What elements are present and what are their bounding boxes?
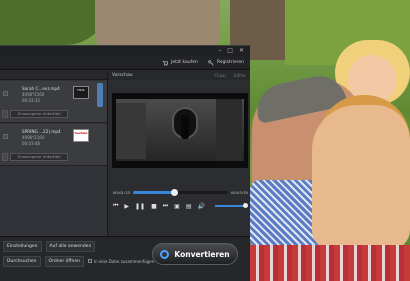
volume-handle[interactable] [243, 203, 248, 208]
step-back-icon[interactable]: ⏮ [113, 202, 118, 210]
merge-option[interactable]: In eine Datei zusammenfügen [87, 258, 155, 264]
register-link[interactable]: Registrieren [208, 59, 244, 66]
snapshot-icon[interactable]: ▣ [174, 203, 180, 210]
file-checkbox[interactable] [3, 91, 8, 96]
seek-bar[interactable]: 00:01:23 00:03:35 [113, 188, 248, 196]
close-button[interactable]: ✕ [239, 48, 244, 54]
file-scroll-handle[interactable] [97, 83, 103, 107]
minimize-button[interactable]: – [218, 48, 221, 54]
seek-progress [133, 190, 174, 194]
file-item[interactable]: SPRING ...22).mp4 4096*2160 00:03:48 You… [0, 124, 107, 166]
subtitle-select[interactable]: Erzwungene Untertitel [10, 153, 68, 161]
total-time: 00:03:35 [230, 189, 248, 195]
bottom-bar: Einstellungen Auf alle anwenden Durchsuc… [0, 236, 250, 281]
current-time: 00:01:23 [113, 189, 131, 195]
convert-label: Konvertieren [174, 249, 230, 259]
maximize-button[interactable]: □ [227, 48, 233, 54]
file-name: Sarah C...ex).mp4 [22, 86, 60, 91]
file-duration: 00:03:48 [22, 141, 40, 146]
subtitle-select[interactable]: Erzwungene Untertitel [10, 110, 68, 118]
youtube-icon[interactable]: YouTube [73, 129, 89, 142]
apply-all-button[interactable]: Auf alle anwenden [45, 240, 96, 252]
convert-icon [160, 249, 170, 259]
file-list-panel: Sarah C...ex).mp4 4096*2160 00:03:35 HST… [0, 71, 107, 236]
play-icon[interactable]: ▶ [124, 203, 129, 210]
clip-button[interactable]: Clipar [215, 73, 227, 78]
preview-title: Vorschau [112, 73, 133, 78]
preview-panel: Vorschau Clipar Editar 00:01:23 00:03:35… [107, 71, 250, 236]
buy-now-link[interactable]: Jetzt kaufen [162, 60, 198, 66]
file-checkbox[interactable] [3, 134, 8, 139]
key-icon [208, 59, 214, 66]
folder-icon[interactable]: ▤ [186, 203, 192, 210]
settings-row: Einstellungen Auf alle anwenden [0, 240, 96, 252]
file-list-header [0, 71, 107, 80]
merge-label: In eine Datei zusammenfügen [93, 258, 155, 264]
video-preview[interactable] [112, 93, 248, 168]
settings-button[interactable]: Einstellungen [3, 240, 42, 252]
open-folder-button[interactable]: Ordner öffnen [44, 255, 84, 267]
file-name: SPRING ...22).mp4 [22, 129, 61, 134]
merge-checkbox[interactable] [87, 259, 92, 263]
title-bar: – □ ✕ [0, 46, 250, 56]
subtitle-toggle[interactable] [2, 110, 8, 118]
volume-slider[interactable] [215, 203, 248, 208]
file-duration: 00:03:35 [22, 98, 40, 103]
main-area: Sarah C...ex).mp4 4096*2160 00:03:35 HST… [0, 71, 250, 236]
playback-controls: ⏮ ▶ ❚❚ ■ ⏭ ▣ ▤ 🔊 [113, 201, 248, 211]
volume-icon[interactable]: 🔊 [198, 203, 205, 210]
format-icon[interactable]: HSTA [73, 86, 89, 99]
seek-handle[interactable] [170, 188, 178, 196]
file-item[interactable]: Sarah C...ex).mp4 4096*2160 00:03:35 HST… [0, 81, 107, 123]
preview-header: Vorschau Clipar Editar [108, 71, 250, 80]
step-forward-icon[interactable]: ⏭ [163, 202, 168, 210]
buy-now-label: Jetzt kaufen [171, 60, 198, 65]
stop-icon[interactable]: ■ [151, 203, 157, 210]
browse-button[interactable]: Durchsuchen [3, 255, 41, 267]
cart-icon [162, 60, 169, 66]
convert-button[interactable]: Konvertieren [152, 243, 238, 265]
converter-window: – □ ✕ Jetzt kaufen Registrieren Sarah C.… [0, 45, 250, 281]
output-row: Durchsuchen Ordner öffnen In eine Datei … [0, 255, 154, 267]
file-resolution: 4096*2160 [22, 135, 45, 140]
seek-track[interactable] [133, 188, 228, 196]
pause-icon[interactable]: ❚❚ [135, 203, 145, 210]
top-toolbar: Jetzt kaufen Registrieren [0, 56, 250, 70]
subtitle-toggle[interactable] [2, 153, 8, 161]
file-resolution: 4096*2160 [22, 92, 45, 97]
register-label: Registrieren [216, 60, 244, 65]
edit-button[interactable]: Editar [234, 73, 246, 78]
